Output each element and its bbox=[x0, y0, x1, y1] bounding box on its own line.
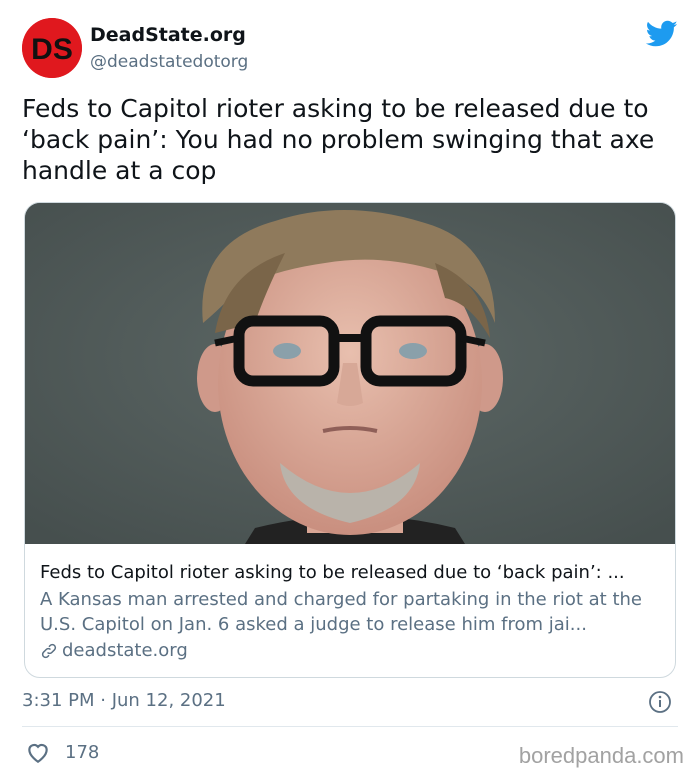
twitter-bird-icon[interactable] bbox=[646, 20, 678, 48]
avatar[interactable]: DS bbox=[22, 18, 82, 78]
info-icon[interactable] bbox=[648, 690, 672, 714]
card-domain: deadstate.org bbox=[62, 640, 188, 661]
avatar-text: DS bbox=[31, 33, 73, 66]
heart-icon bbox=[28, 743, 48, 764]
card-image[interactable] bbox=[25, 203, 675, 544]
link-icon bbox=[41, 643, 57, 658]
like-button[interactable]: 178 bbox=[25, 740, 99, 764]
link-card[interactable]: Feds to Capitol rioter asking to be rele… bbox=[24, 202, 676, 678]
card-body: Feds to Capitol rioter asking to be rele… bbox=[40, 561, 662, 663]
avatar-logo: DS bbox=[22, 18, 82, 78]
card-title[interactable]: Feds to Capitol rioter asking to be rele… bbox=[40, 561, 662, 585]
tweet-header: DS DeadState.org @deadstatedotorg bbox=[22, 18, 682, 82]
display-name[interactable]: DeadState.org bbox=[90, 22, 248, 48]
divider bbox=[22, 726, 678, 727]
tweet-timestamp[interactable]: 3:31 PM · Jun 12, 2021 bbox=[22, 688, 226, 714]
user-info: DeadState.org @deadstatedotorg bbox=[90, 22, 248, 74]
like-count: 178 bbox=[65, 741, 100, 763]
card-domain-row[interactable]: deadstate.org bbox=[40, 638, 662, 663]
handle[interactable]: @deadstatedotorg bbox=[90, 50, 248, 74]
tweet-text: Feds to Capitol rioter asking to be rele… bbox=[22, 94, 655, 185]
watermark: boredpanda.com bbox=[518, 743, 684, 768]
mugshot-photo bbox=[25, 203, 675, 544]
card-description: A Kansas man arrested and charged for pa… bbox=[40, 589, 642, 635]
